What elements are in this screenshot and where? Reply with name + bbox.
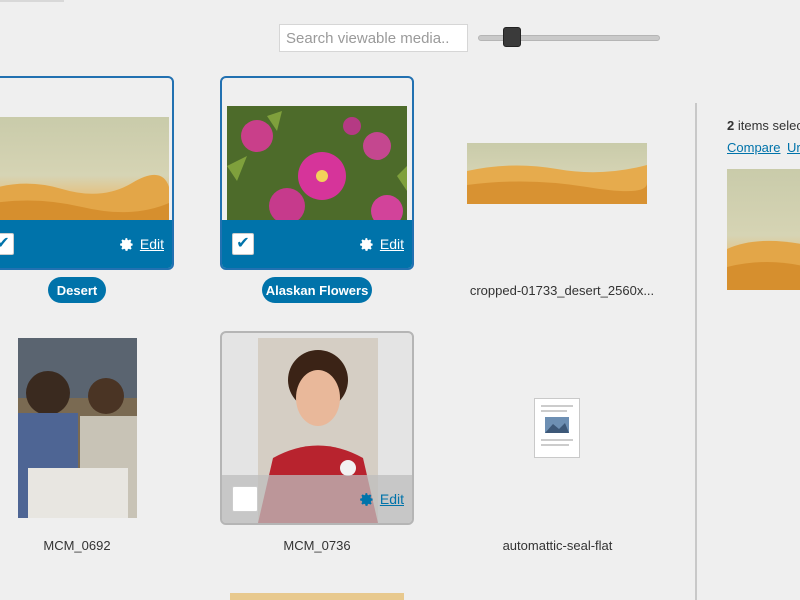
select-checkbox[interactable] <box>232 486 258 512</box>
edit-link[interactable]: Edit <box>359 236 404 252</box>
search-input[interactable] <box>279 24 468 52</box>
media-item-desert[interactable]: ✔ Edit <box>0 76 174 270</box>
attachment-actions: Edit <box>222 475 412 523</box>
edit-label: Edit <box>379 236 404 252</box>
media-title-desert: Desert <box>48 277 106 303</box>
gear-icon <box>120 237 133 251</box>
media-title-cropped-desert: cropped-01733_desert_2560x... <box>469 283 655 298</box>
checkmark-icon: ✔ <box>0 236 10 252</box>
checkmark-icon: ✔ <box>236 235 250 252</box>
media-item-mcm-0692[interactable] <box>0 331 174 525</box>
select-checkbox[interactable]: ✔ <box>0 233 14 255</box>
desert-thumbnail <box>0 117 169 224</box>
edit-label: Edit <box>379 491 404 507</box>
media-title-mcm-0692: MCM_0692 <box>43 538 111 553</box>
media-title-mcm-0736: MCM_0736 <box>283 538 351 553</box>
media-item-alaskan-flowers[interactable]: ✔ Edit <box>220 76 414 270</box>
document-icon <box>534 398 580 458</box>
cropped-desert-thumbnail <box>467 143 647 204</box>
secondary-action-link[interactable]: Ur <box>787 140 800 155</box>
flowers-thumbnail <box>227 106 407 224</box>
gear-icon <box>360 237 373 251</box>
zoom-slider-handle[interactable] <box>502 27 521 47</box>
edit-label: Edit <box>139 236 164 252</box>
select-checkbox[interactable]: ✔ <box>232 233 254 255</box>
next-row-thumbnail[interactable] <box>230 593 404 600</box>
media-title-automattic-seal-flat: automattic-seal-flat <box>502 538 613 553</box>
selection-count-text: items selec <box>734 118 800 133</box>
edit-link[interactable]: Edit <box>119 236 164 252</box>
mcm-0692-thumbnail <box>18 338 137 518</box>
media-item-cropped-desert[interactable] <box>460 90 654 270</box>
edit-link[interactable]: Edit <box>359 491 404 507</box>
selection-count: 2 items selec <box>727 118 800 133</box>
media-title-alaskan-flowers: Alaskan Flowers <box>262 277 372 303</box>
compare-link[interactable]: Compare <box>727 140 780 155</box>
gear-icon <box>360 492 373 506</box>
media-item-automattic-seal-flat[interactable] <box>460 331 654 525</box>
tab-remnant <box>0 0 64 2</box>
media-library: ✔ Edit Desert <box>0 0 800 600</box>
attachment-actions: ✔ Edit <box>222 220 412 268</box>
attachment-actions: ✔ Edit <box>0 220 172 268</box>
media-item-mcm-0736[interactable]: Edit <box>220 331 414 525</box>
selected-preview-thumbnail <box>727 169 800 290</box>
sidebar-divider <box>695 103 697 600</box>
